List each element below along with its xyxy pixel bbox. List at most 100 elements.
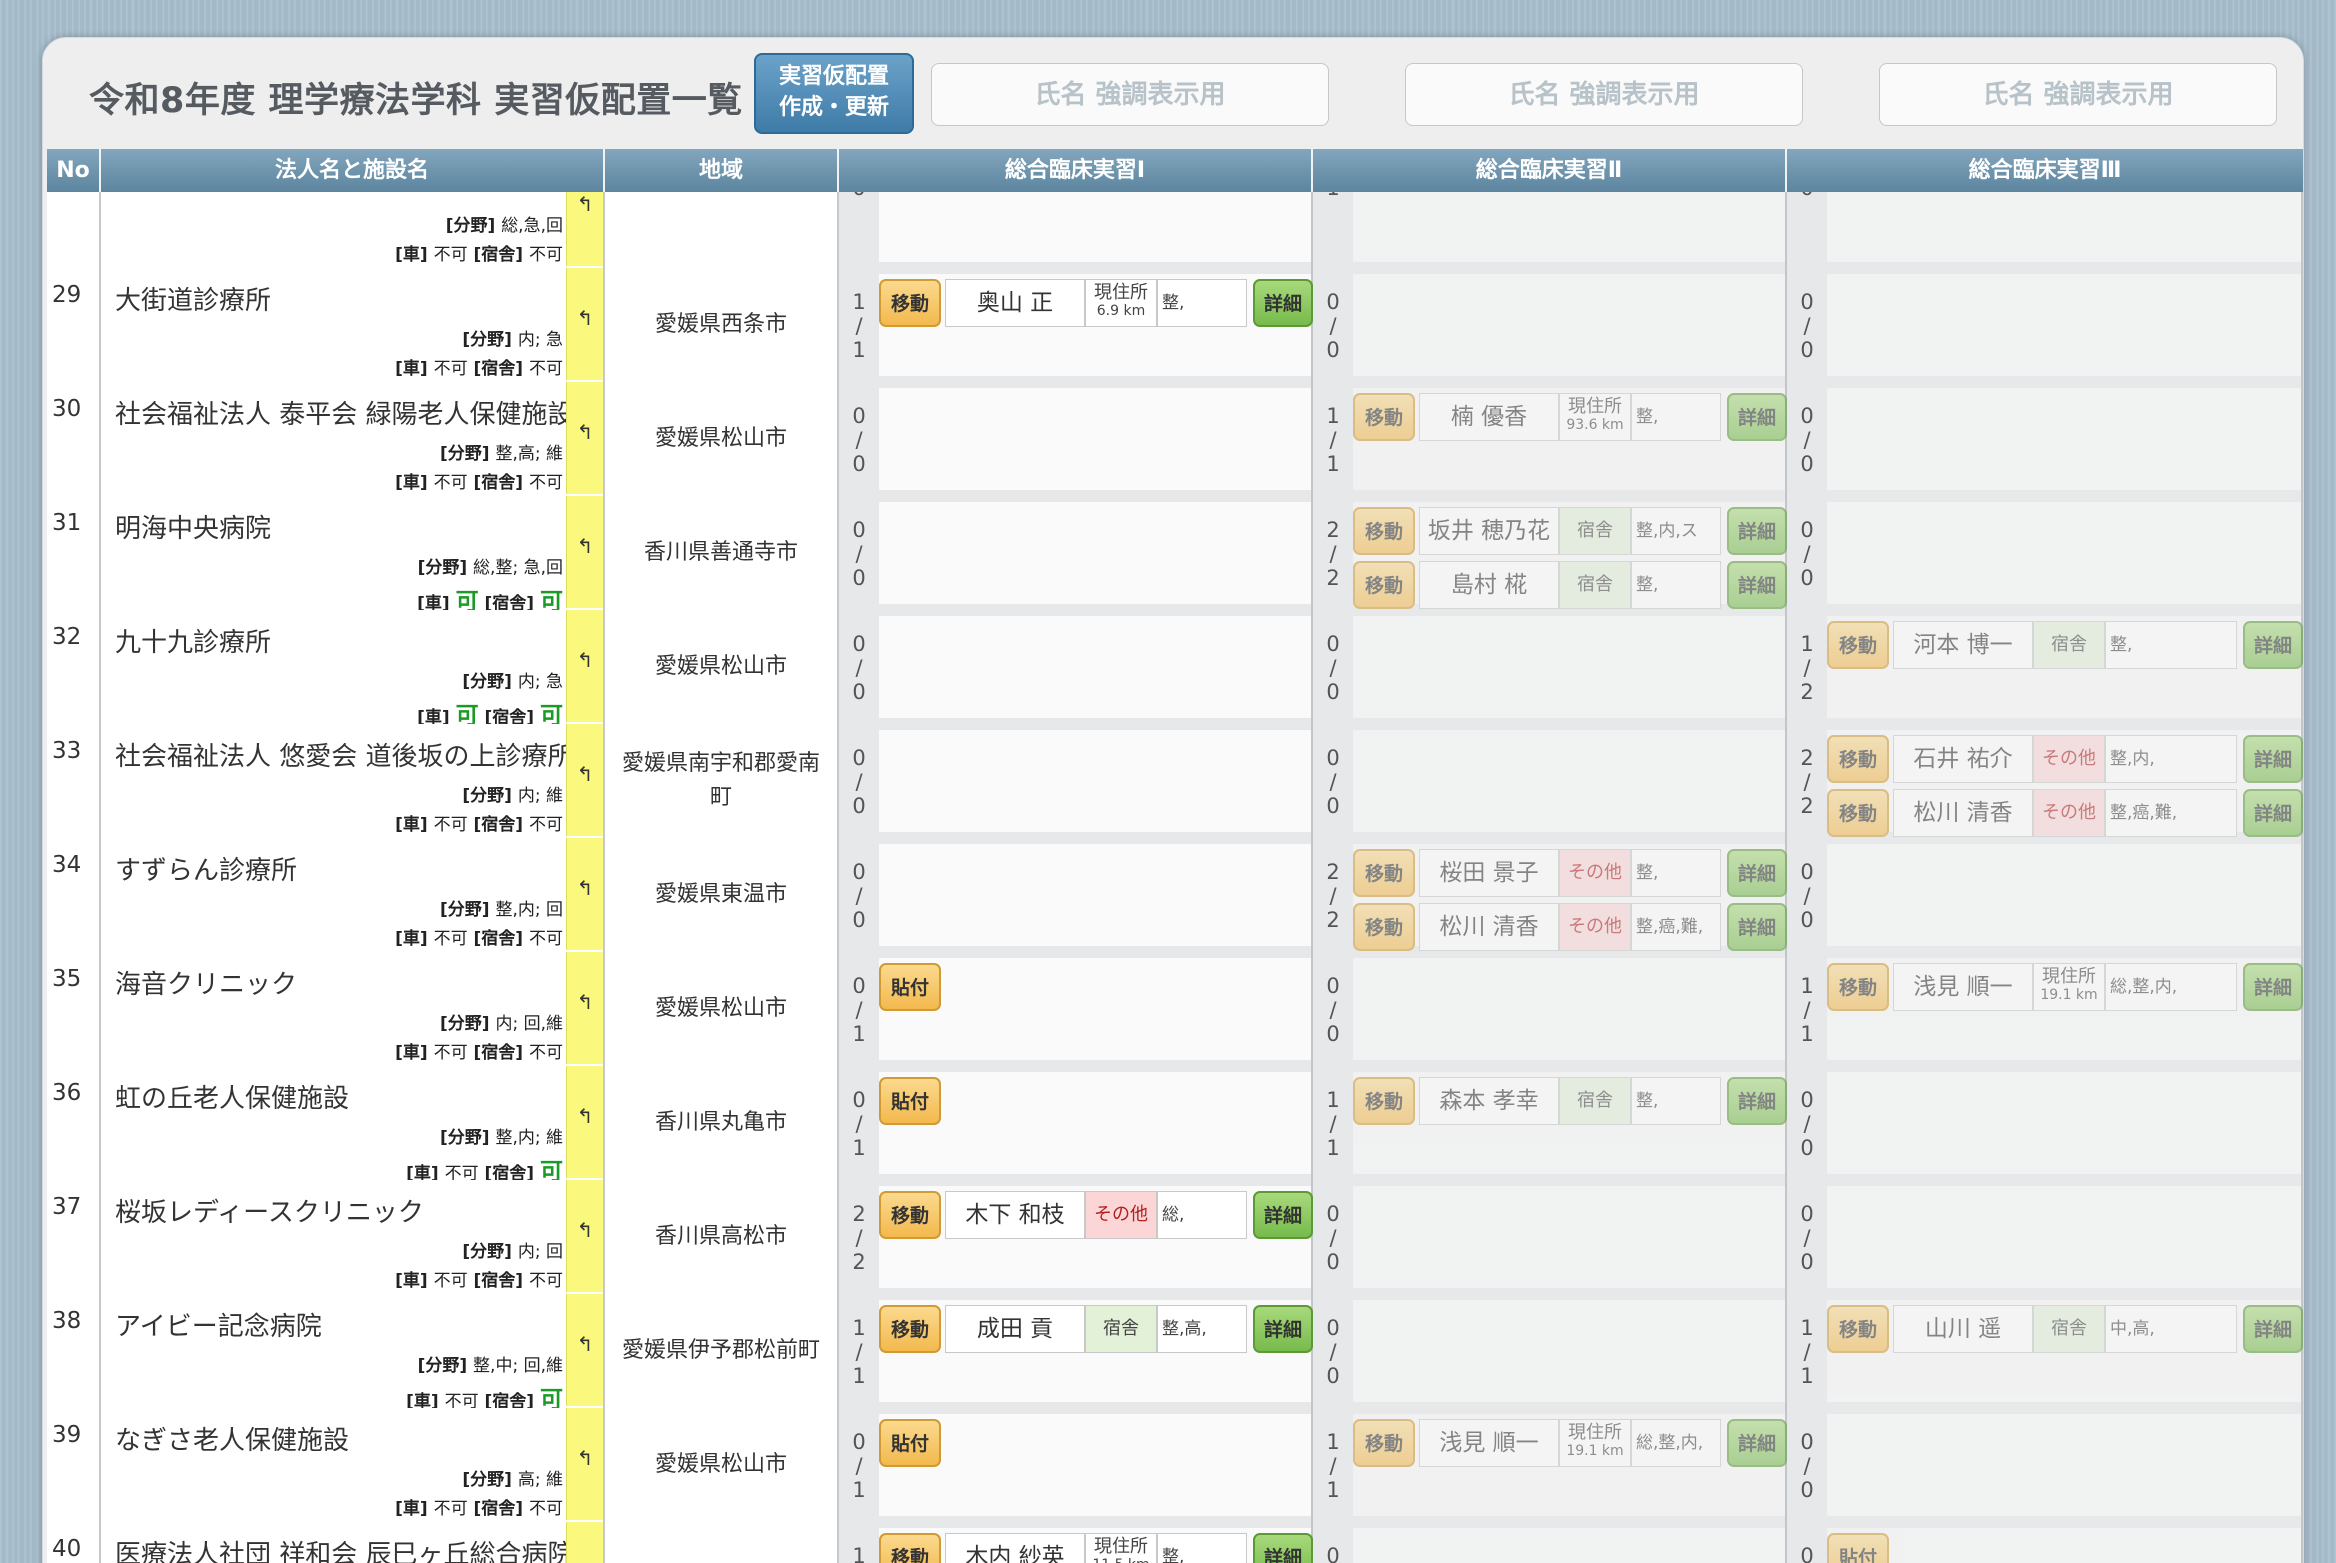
assignment-slot[interactable] (1353, 1186, 1785, 1288)
name-highlight-input-3[interactable] (1879, 63, 2277, 126)
assignment-slot[interactable]: 貼付 (879, 1414, 1311, 1516)
paste-button[interactable]: 貼付 (879, 963, 941, 1011)
assignment-slot[interactable] (1827, 502, 2301, 604)
assignment-slot[interactable]: 移動楠 優香 現住所 93.6 km 整, 詳細 (1353, 388, 1787, 490)
student-name[interactable]: 島村 椛 (1419, 561, 1559, 609)
name-highlight-input-1[interactable] (931, 63, 1329, 126)
assignment-slot[interactable] (1353, 958, 1785, 1060)
detail-button[interactable]: 詳細 (1727, 393, 1787, 441)
move-button[interactable]: 移動 (1353, 1077, 1415, 1125)
assignment-slot[interactable]: 移動木内 紗英現住所11.5 km整,詳細 (879, 1528, 1313, 1563)
create-update-button[interactable]: 実習仮配置 作成・更新 (754, 53, 914, 134)
detail-button[interactable]: 詳細 (1253, 1191, 1313, 1239)
student-name[interactable]: 木内 紗英 (945, 1533, 1085, 1563)
assignment-slot[interactable]: 貼付 (879, 1072, 1311, 1174)
student-name[interactable]: 坂井 穂乃花 (1419, 507, 1559, 555)
detail-button[interactable]: 詳細 (2243, 963, 2303, 1011)
return-arrow-icon[interactable]: ↰ (566, 1180, 603, 1292)
assignment-slot[interactable] (1827, 388, 2301, 490)
detail-button[interactable]: 詳細 (1727, 1419, 1787, 1467)
detail-button[interactable]: 詳細 (1253, 279, 1313, 327)
assignment-slot[interactable] (879, 730, 1311, 832)
move-button[interactable]: 移動 (1827, 735, 1889, 783)
detail-button[interactable]: 詳細 (1727, 849, 1787, 897)
move-button[interactable]: 移動 (879, 1533, 941, 1563)
assignment-slot[interactable]: 移動 木下 和枝 その他 総, 詳細 (879, 1186, 1313, 1288)
student-name[interactable]: 奥山 正 (945, 279, 1085, 327)
assignment-slot[interactable] (879, 388, 1311, 490)
assignment-slot[interactable] (1827, 1072, 2301, 1174)
detail-button[interactable]: 詳細 (1727, 561, 1787, 609)
detail-button[interactable]: 詳細 (1727, 903, 1787, 951)
assignment-slot[interactable]: 貼付 (879, 958, 1311, 1060)
assignment-slot[interactable] (1353, 1300, 1785, 1402)
student-name[interactable]: 森本 孝幸 (1419, 1077, 1559, 1125)
move-button[interactable]: 移動 (1353, 1419, 1415, 1467)
return-arrow-icon[interactable]: ↰ (566, 382, 603, 494)
assignment-slot[interactable]: 移動 成田 貢宿舎 整,高, 詳細 (879, 1300, 1313, 1402)
return-arrow-icon[interactable]: ↰ (566, 952, 603, 1064)
return-arrow-icon[interactable]: ↰ (566, 1294, 603, 1406)
detail-button[interactable]: 詳細 (1253, 1305, 1313, 1353)
assignment-slot[interactable]: 移動 河本 博一 宿舎 整, 詳細 (1827, 616, 2303, 718)
assignment-slot[interactable] (879, 502, 1311, 604)
return-arrow-icon[interactable]: ↰ (566, 610, 603, 722)
move-button[interactable]: 移動 (1353, 561, 1415, 609)
return-arrow-icon[interactable]: ↰ (566, 724, 603, 836)
table-body[interactable]: [分野] 総,急,回[車] 不可 [宿舎] 不可↰01029大街道診療所[分野]… (47, 192, 2303, 1563)
student-name[interactable]: 楠 優香 (1419, 393, 1559, 441)
move-button[interactable]: 移動 (1353, 849, 1415, 897)
move-button[interactable]: 移動 (1827, 621, 1889, 669)
paste-button[interactable]: 貼付 (879, 1419, 941, 1467)
assignment-slot[interactable]: 移動 山川 遥宿舎 中,高, 詳細 (1827, 1300, 2303, 1402)
student-name[interactable]: 松川 清香 (1419, 903, 1559, 951)
detail-button[interactable]: 詳細 (1727, 1077, 1787, 1125)
assignment-slot[interactable] (1827, 1186, 2301, 1288)
student-name[interactable]: 木下 和枝 (945, 1191, 1085, 1239)
assignment-slot[interactable] (879, 844, 1311, 946)
return-arrow-icon[interactable]: ↰ (566, 1066, 603, 1178)
assignment-slot[interactable] (1827, 192, 2301, 262)
student-name[interactable]: 桜田 景子 (1419, 849, 1559, 897)
student-name[interactable]: 浅見 順一 (1893, 963, 2033, 1011)
move-button[interactable]: 移動 (879, 1305, 941, 1353)
move-button[interactable]: 移動 (1353, 507, 1415, 555)
return-arrow-icon[interactable]: ↰ (566, 1522, 603, 1563)
detail-button[interactable]: 詳細 (2243, 735, 2303, 783)
detail-button[interactable]: 詳細 (2243, 621, 2303, 669)
detail-button[interactable]: 詳細 (1727, 507, 1787, 555)
student-name[interactable]: 山川 遥 (1893, 1305, 2033, 1353)
assignment-slot[interactable]: 貼付 (1827, 1528, 2301, 1563)
assignment-slot[interactable]: 移動 坂井 穂乃花 宿舎 整,内,ス 詳細 移動 島村 椛宿舎 整, 詳細 (1353, 502, 1787, 609)
return-arrow-icon[interactable]: ↰ (566, 838, 603, 950)
assignment-slot[interactable]: 移動 浅見 順一 現住所 19.1 km 総,整,内, 詳細 (1353, 1414, 1787, 1516)
assignment-slot[interactable]: 移動 浅見 順一 現住所 19.1 km 総,整,内, 詳細 (1827, 958, 2303, 1060)
assignment-slot[interactable] (1353, 730, 1785, 832)
paste-button[interactable]: 貼付 (1827, 1533, 1889, 1563)
student-name[interactable]: 浅見 順一 (1419, 1419, 1559, 1467)
assignment-slot[interactable]: 移動 森本 孝幸 宿舎 整, 詳細 (1353, 1072, 1787, 1174)
assignment-slot[interactable] (1353, 274, 1785, 376)
move-button[interactable]: 移動 (1353, 393, 1415, 441)
move-button[interactable]: 移動 (1827, 963, 1889, 1011)
assignment-slot[interactable] (1827, 274, 2301, 376)
assignment-slot[interactable] (1353, 1528, 1785, 1563)
student-name[interactable]: 石井 祐介 (1893, 735, 2033, 783)
assignment-slot[interactable] (1353, 192, 1785, 262)
return-arrow-icon[interactable]: ↰ (566, 496, 603, 608)
assignment-slot[interactable] (1827, 844, 2301, 946)
assignment-slot[interactable] (879, 616, 1311, 718)
student-name[interactable]: 松川 清香 (1893, 789, 2033, 837)
assignment-slot[interactable]: 移動 桜田 景子 その他 整, 詳細 移動 松川 清香 その他 整,癌,難, 詳細 (1353, 844, 1787, 951)
return-arrow-icon[interactable]: ↰ (566, 1408, 603, 1520)
student-name[interactable]: 河本 博一 (1893, 621, 2033, 669)
student-name[interactable]: 成田 貢 (945, 1305, 1085, 1353)
detail-button[interactable]: 詳細 (1253, 1533, 1313, 1563)
move-button[interactable]: 移動 (1827, 1305, 1889, 1353)
detail-button[interactable]: 詳細 (2243, 789, 2303, 837)
move-button[interactable]: 移動 (879, 1191, 941, 1239)
name-highlight-input-2[interactable] (1405, 63, 1803, 126)
move-button[interactable]: 移動 (879, 279, 941, 327)
move-button[interactable]: 移動 (1353, 903, 1415, 951)
assignment-slot[interactable]: 移動 奥山 正現住所 6.9 km 整, 詳細 (879, 274, 1313, 376)
